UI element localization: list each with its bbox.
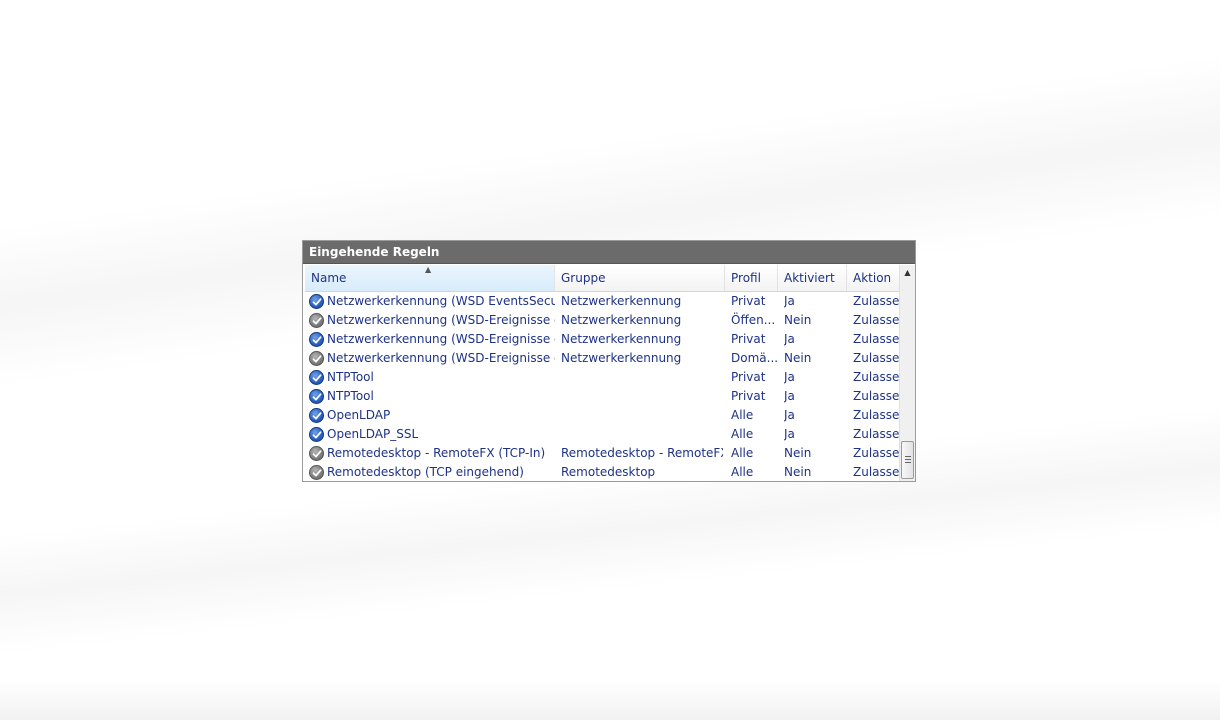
- check-circle-gray-icon: [309, 351, 324, 366]
- check-circle-gray-icon: [309, 313, 324, 328]
- rule-name: OpenLDAP_SSL: [327, 427, 419, 441]
- rule-action: Zulassen: [853, 389, 899, 403]
- rule-enabled: Nein: [784, 313, 812, 327]
- rule-name: Remotedesktop (TCP eingehend): [327, 465, 524, 479]
- check-circle-blue-icon: [309, 332, 324, 347]
- rule-group: Remotedesktop: [561, 465, 656, 479]
- rule-action: Zulassen: [853, 446, 899, 460]
- check-circle-blue-icon: [309, 427, 324, 442]
- check-circle-blue-icon: [309, 294, 324, 309]
- rules-table: ▲ Name Gruppe Profil Aktiviert Aktion Ne…: [305, 265, 899, 481]
- rule-enabled: Nein: [784, 446, 812, 460]
- rule-profile: Privat: [731, 370, 766, 384]
- rule-profile: Alle: [731, 408, 754, 422]
- column-header-profile[interactable]: Profil: [725, 265, 778, 291]
- grip-line: [905, 456, 911, 457]
- table-row[interactable]: Remotedesktop (TCP eingehend) Remotedeskt…: [305, 463, 899, 481]
- rule-profile: Privat: [731, 294, 766, 308]
- grip-line: [905, 462, 911, 463]
- rule-profile: Privat: [731, 389, 766, 403]
- rule-profile: Alle: [731, 465, 754, 479]
- check-circle-gray-icon: [309, 446, 324, 461]
- table-row[interactable]: OpenLDAP_SSL Alle Ja Zulassen: [305, 425, 899, 444]
- column-header-name[interactable]: ▲ Name: [305, 265, 555, 291]
- rule-enabled: Ja: [784, 389, 795, 403]
- rule-profile: Domä...: [731, 351, 777, 365]
- table-header: ▲ Name Gruppe Profil Aktiviert Aktion: [305, 265, 899, 292]
- table-row[interactable]: NTPTool Privat Ja Zulassen: [305, 368, 899, 387]
- rule-group: Netzwerkerkennung: [561, 332, 682, 346]
- grip-line: [905, 459, 911, 460]
- table-row[interactable]: OpenLDAP Alle Ja Zulassen: [305, 406, 899, 425]
- background-decoration: [0, 680, 1220, 720]
- check-circle-blue-icon: [309, 370, 324, 385]
- rule-enabled: Nein: [784, 465, 812, 479]
- table-row[interactable]: Remotedesktop - RemoteFX (TCP-In) Remoted…: [305, 444, 899, 463]
- rule-action: Zulassen: [853, 370, 899, 384]
- check-circle-blue-icon: [309, 408, 324, 423]
- rule-name: Remotedesktop - RemoteFX (TCP-In): [327, 446, 546, 460]
- table-row[interactable]: Netzwerkerkennung (WSD-Ereignisse ein...…: [305, 330, 899, 349]
- inbound-rules-panel: Eingehende Regeln ▲ Name Gruppe Profil A…: [302, 240, 916, 482]
- table-body: Netzwerkerkennung (WSD EventsSecure ... N…: [305, 292, 899, 481]
- rule-name: Netzwerkerkennung (WSD-Ereignisse ein...: [327, 351, 555, 365]
- rule-profile: Privat: [731, 332, 766, 346]
- rule-enabled: Nein: [784, 351, 812, 365]
- table-row[interactable]: Netzwerkerkennung (WSD EventsSecure ... N…: [305, 292, 899, 311]
- check-circle-blue-icon: [309, 389, 324, 404]
- rule-profile: Öffen...: [731, 313, 776, 327]
- vertical-scrollbar[interactable]: ▲: [899, 265, 915, 481]
- rule-action: Zulassen: [853, 332, 899, 346]
- column-header-group[interactable]: Gruppe: [555, 265, 725, 291]
- rule-name: Netzwerkerkennung (WSD-Ereignisse ein...: [327, 332, 555, 346]
- column-header-enabled[interactable]: Aktiviert: [778, 265, 847, 291]
- check-circle-gray-icon: [309, 465, 324, 480]
- rule-action: Zulassen: [853, 313, 899, 327]
- rule-enabled: Ja: [784, 408, 795, 422]
- rule-enabled: Ja: [784, 427, 795, 441]
- rule-action: Zulassen: [853, 465, 899, 479]
- rule-action: Zulassen: [853, 427, 899, 441]
- scrollbar-thumb[interactable]: [901, 441, 914, 479]
- rule-enabled: Ja: [784, 332, 795, 346]
- table-row[interactable]: Netzwerkerkennung (WSD-Ereignisse ein...…: [305, 311, 899, 330]
- rule-group: Netzwerkerkennung: [561, 294, 682, 308]
- rule-enabled: Ja: [784, 370, 795, 384]
- rule-group: Netzwerkerkennung: [561, 351, 682, 365]
- rule-profile: Alle: [731, 446, 754, 460]
- rule-name: OpenLDAP: [327, 408, 391, 422]
- rule-group: Remotedesktop - RemoteFX: [561, 446, 723, 460]
- sort-ascending-icon: ▲: [425, 265, 432, 274]
- table-row[interactable]: Netzwerkerkennung (WSD-Ereignisse ein...…: [305, 349, 899, 368]
- panel-title: Eingehende Regeln: [303, 241, 915, 264]
- rule-name: Netzwerkerkennung (WSD-Ereignisse ein...: [327, 313, 555, 327]
- rule-action: Zulassen: [853, 408, 899, 422]
- rule-action: Zulassen: [853, 294, 899, 308]
- rule-name: Netzwerkerkennung (WSD EventsSecure ...: [327, 294, 555, 308]
- table-row[interactable]: NTPTool Privat Ja Zulassen: [305, 387, 899, 406]
- rule-profile: Alle: [731, 427, 754, 441]
- rule-name: NTPTool: [327, 389, 374, 403]
- rule-group: Netzwerkerkennung: [561, 313, 682, 327]
- scroll-up-button[interactable]: ▲: [900, 265, 915, 281]
- rule-enabled: Ja: [784, 294, 795, 308]
- rule-name: NTPTool: [327, 370, 374, 384]
- rule-action: Zulassen: [853, 351, 899, 365]
- column-header-action[interactable]: Aktion: [847, 265, 899, 291]
